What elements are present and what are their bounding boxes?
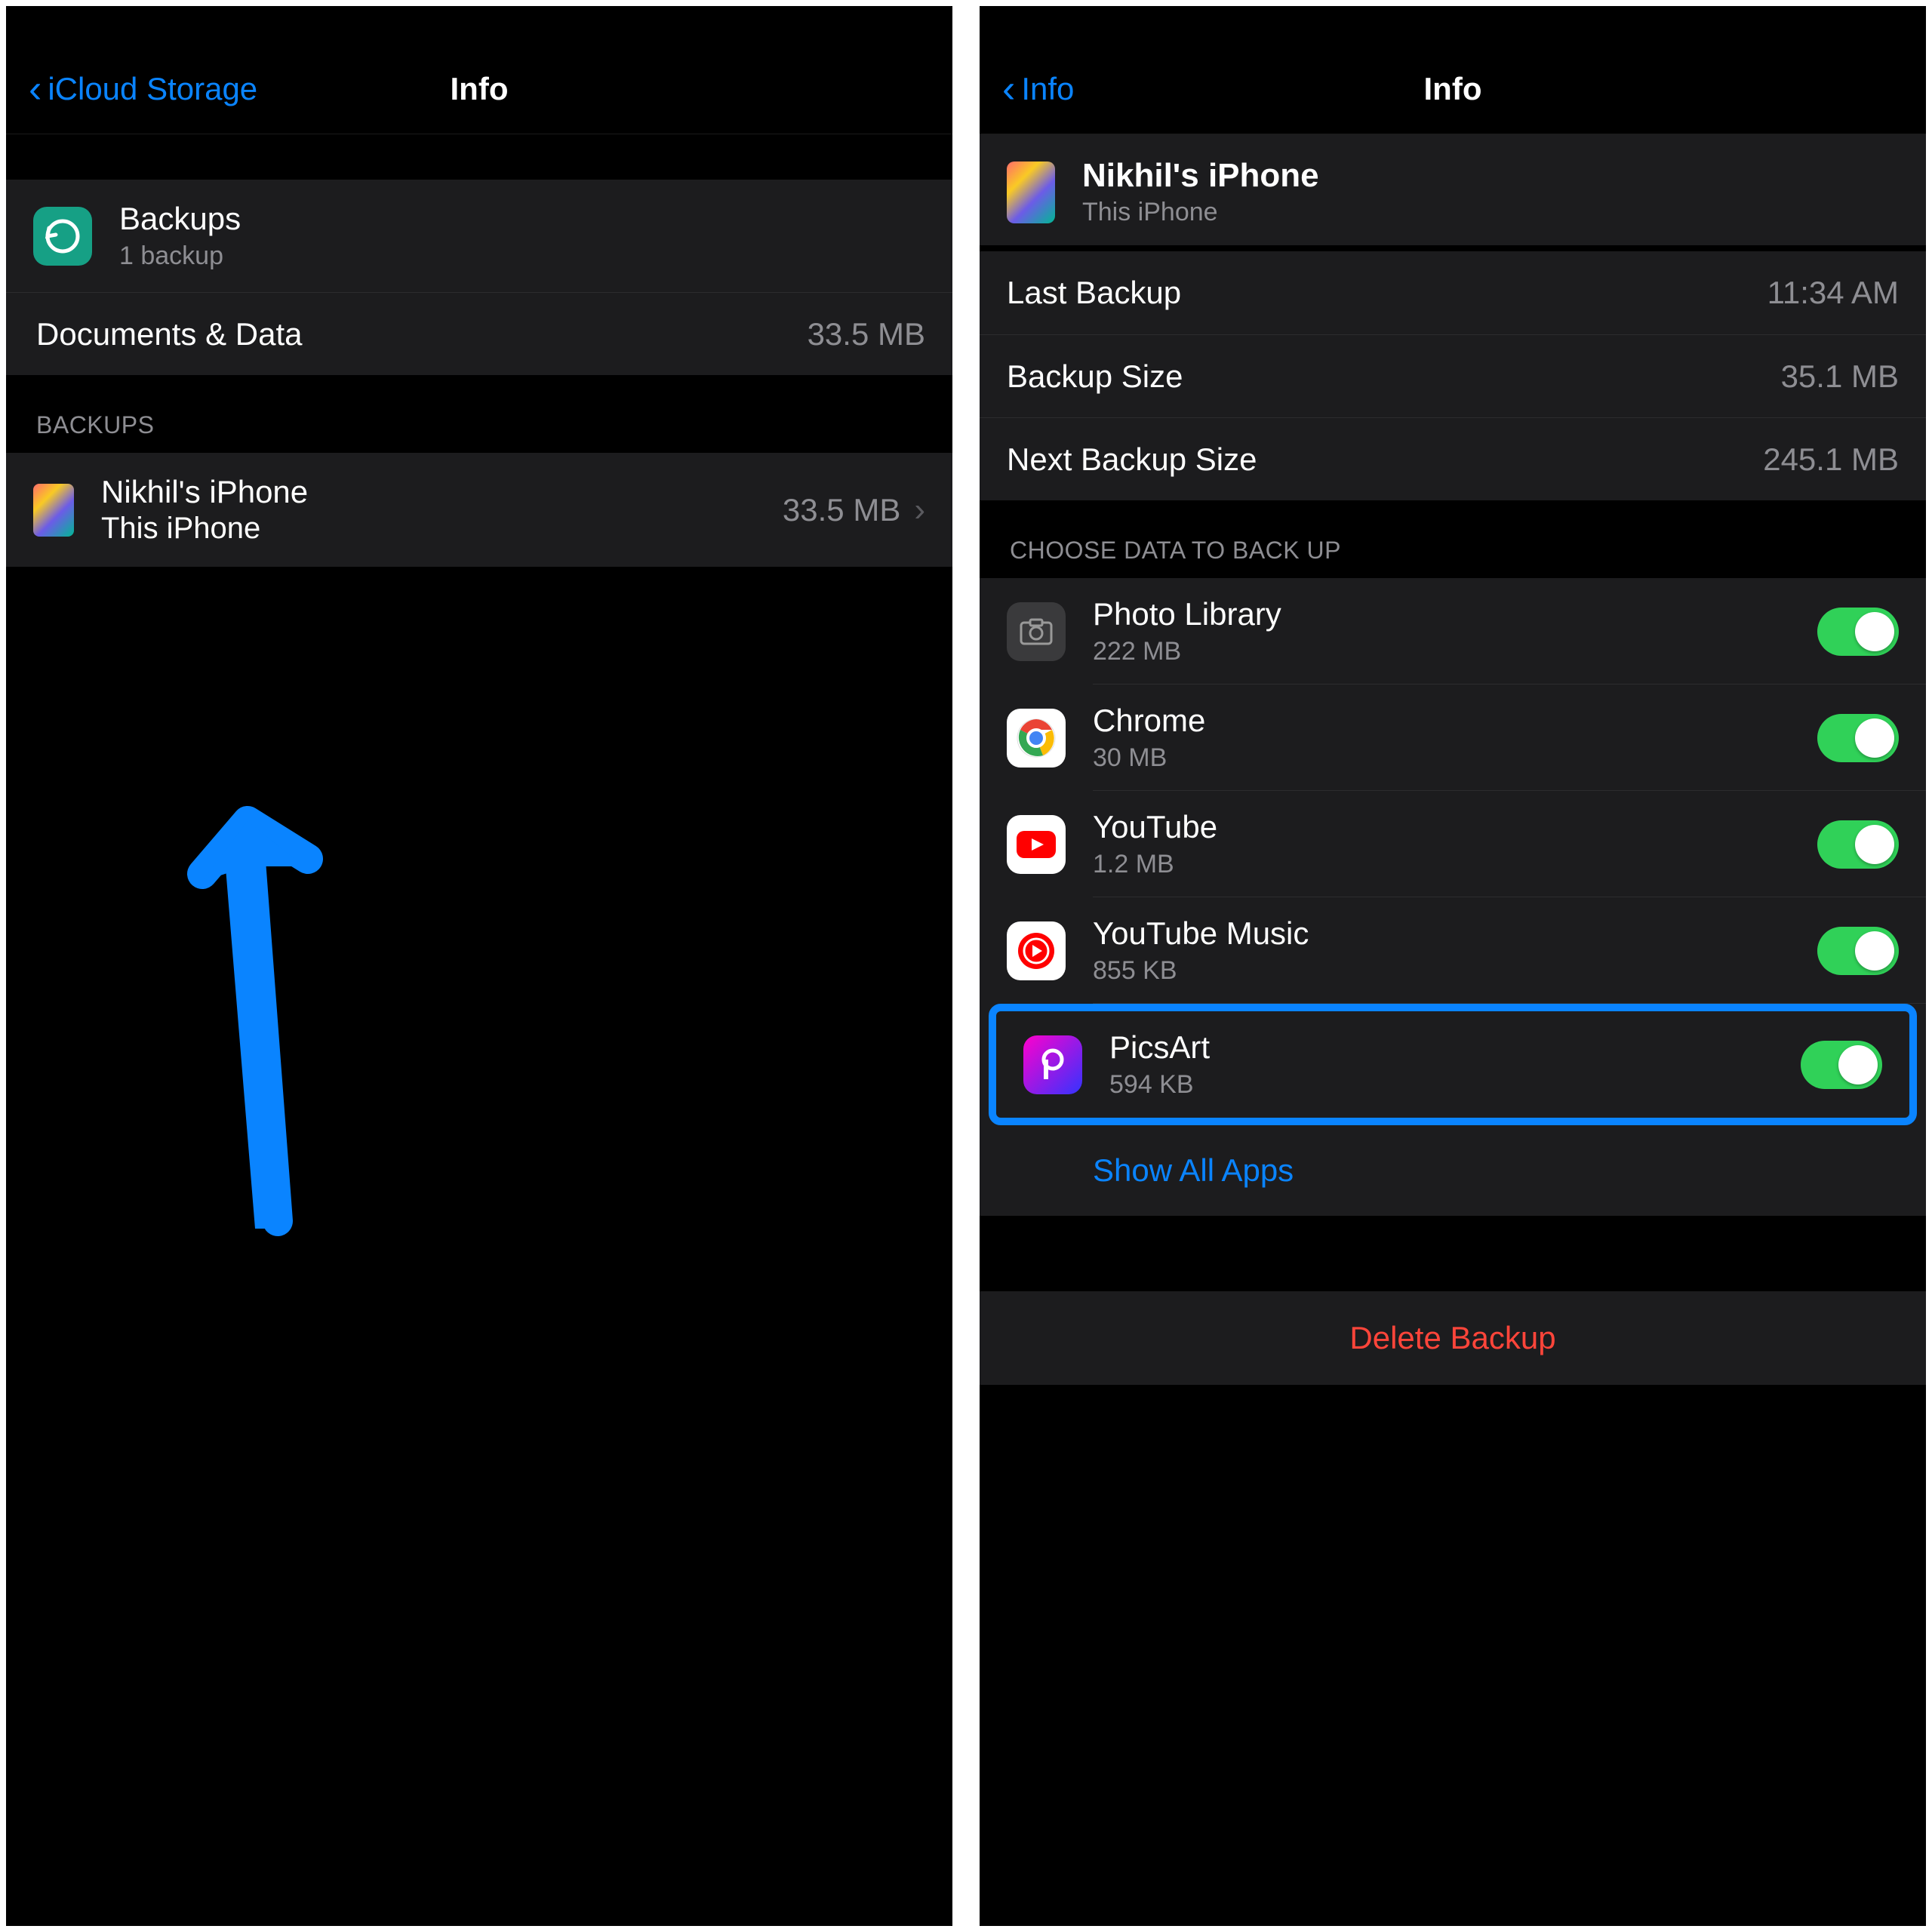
device-backup-row[interactable]: Nikhil's iPhone This iPhone 33.5 MB › bbox=[6, 453, 952, 567]
stat-label: Last Backup bbox=[1007, 275, 1767, 311]
app-row-picsart: PicsArt 594 KB bbox=[996, 1011, 1909, 1118]
chevron-right-icon: › bbox=[914, 491, 925, 529]
backup-icon bbox=[33, 207, 92, 266]
app-size: 594 KB bbox=[1109, 1070, 1801, 1100]
status-bar bbox=[6, 6, 952, 44]
app-size: 1.2 MB bbox=[1093, 850, 1817, 879]
device-sub: This iPhone bbox=[101, 512, 783, 546]
toggle-youtube[interactable] bbox=[1817, 820, 1899, 869]
nav-title: Info bbox=[451, 71, 509, 107]
back-button[interactable]: ‹ iCloud Storage bbox=[29, 66, 257, 112]
nav-title: Info bbox=[1424, 71, 1482, 107]
backups-section-header: BACKUPS bbox=[6, 375, 952, 453]
next-backup-row: Next Backup Size 245.1 MB bbox=[980, 417, 1926, 500]
stat-label: Next Backup Size bbox=[1007, 441, 1763, 478]
stat-value: 11:34 AM bbox=[1767, 275, 1899, 311]
app-row-chrome: Chrome 30 MB bbox=[980, 685, 1926, 791]
device-header: Nikhil's iPhone This iPhone bbox=[980, 134, 1926, 245]
stat-value: 245.1 MB bbox=[1763, 441, 1899, 478]
highlight-annotation: PicsArt 594 KB bbox=[989, 1004, 1917, 1125]
screen-icloud-info: ‹ iCloud Storage Info Backups 1 backup D… bbox=[0, 0, 958, 1932]
documents-row[interactable]: Documents & Data 33.5 MB bbox=[6, 292, 952, 375]
storage-section: Backups 1 backup Documents & Data 33.5 M… bbox=[6, 180, 952, 375]
app-row-photo-library: Photo Library 222 MB bbox=[980, 578, 1926, 685]
back-label: Info bbox=[1021, 71, 1074, 107]
toggle-picsart[interactable] bbox=[1801, 1041, 1882, 1089]
backups-sub: 1 backup bbox=[119, 242, 925, 271]
backup-stats: Last Backup 11:34 AM Backup Size 35.1 MB… bbox=[980, 251, 1926, 500]
app-row-youtube: YouTube 1.2 MB bbox=[980, 791, 1926, 897]
toggle-chrome[interactable] bbox=[1817, 714, 1899, 762]
app-name: YouTube bbox=[1093, 809, 1817, 845]
device-name: Nikhil's iPhone bbox=[101, 474, 783, 510]
choose-data-header: CHOOSE DATA TO BACK UP bbox=[980, 500, 1926, 578]
youtube-music-icon bbox=[1007, 921, 1066, 980]
arrow-annotation-icon bbox=[172, 798, 383, 1251]
device-name: Nikhil's iPhone bbox=[1082, 157, 1319, 195]
status-bar bbox=[980, 6, 1926, 44]
screen-backup-details: ‹ Info Info Nikhil's iPhone This iPhone … bbox=[974, 0, 1932, 1932]
stat-label: Backup Size bbox=[1007, 358, 1781, 395]
back-label: iCloud Storage bbox=[48, 71, 257, 107]
last-backup-row: Last Backup 11:34 AM bbox=[980, 251, 1926, 334]
app-backup-list: Photo Library 222 MB Chrome 30 MB YouTub… bbox=[980, 578, 1926, 1216]
chevron-left-icon: ‹ bbox=[1002, 66, 1015, 112]
backups-title: Backups bbox=[119, 201, 925, 237]
device-size: 33.5 MB bbox=[783, 492, 900, 528]
device-icon bbox=[33, 484, 74, 537]
youtube-icon bbox=[1007, 815, 1066, 874]
chevron-left-icon: ‹ bbox=[29, 66, 42, 112]
app-row-youtube-music: YouTube Music 855 KB bbox=[980, 897, 1926, 1004]
show-all-apps-button[interactable]: Show All Apps bbox=[980, 1125, 1926, 1216]
picsart-icon bbox=[1023, 1035, 1082, 1094]
device-sub: This iPhone bbox=[1082, 198, 1319, 227]
back-button[interactable]: ‹ Info bbox=[1002, 66, 1074, 112]
toggle-youtube-music[interactable] bbox=[1817, 927, 1899, 975]
app-size: 855 KB bbox=[1093, 956, 1817, 986]
backup-size-row: Backup Size 35.1 MB bbox=[980, 334, 1926, 417]
documents-value: 33.5 MB bbox=[808, 316, 925, 352]
chrome-icon bbox=[1007, 709, 1066, 768]
nav-bar: ‹ iCloud Storage Info bbox=[6, 44, 952, 134]
app-name: PicsArt bbox=[1109, 1029, 1801, 1066]
app-size: 30 MB bbox=[1093, 743, 1817, 773]
app-name: YouTube Music bbox=[1093, 915, 1817, 952]
app-name: Chrome bbox=[1093, 703, 1817, 739]
device-icon bbox=[1007, 162, 1055, 223]
stat-value: 35.1 MB bbox=[1781, 358, 1899, 395]
app-size: 222 MB bbox=[1093, 637, 1817, 666]
nav-bar: ‹ Info Info bbox=[980, 44, 1926, 134]
toggle-photo-library[interactable] bbox=[1817, 608, 1899, 656]
backups-row[interactable]: Backups 1 backup bbox=[6, 180, 952, 292]
documents-label: Documents & Data bbox=[36, 316, 808, 352]
backups-list: Nikhil's iPhone This iPhone 33.5 MB › bbox=[6, 453, 952, 567]
app-name: Photo Library bbox=[1093, 596, 1817, 632]
photos-icon bbox=[1007, 602, 1066, 661]
delete-backup-button[interactable]: Delete Backup bbox=[980, 1291, 1926, 1385]
